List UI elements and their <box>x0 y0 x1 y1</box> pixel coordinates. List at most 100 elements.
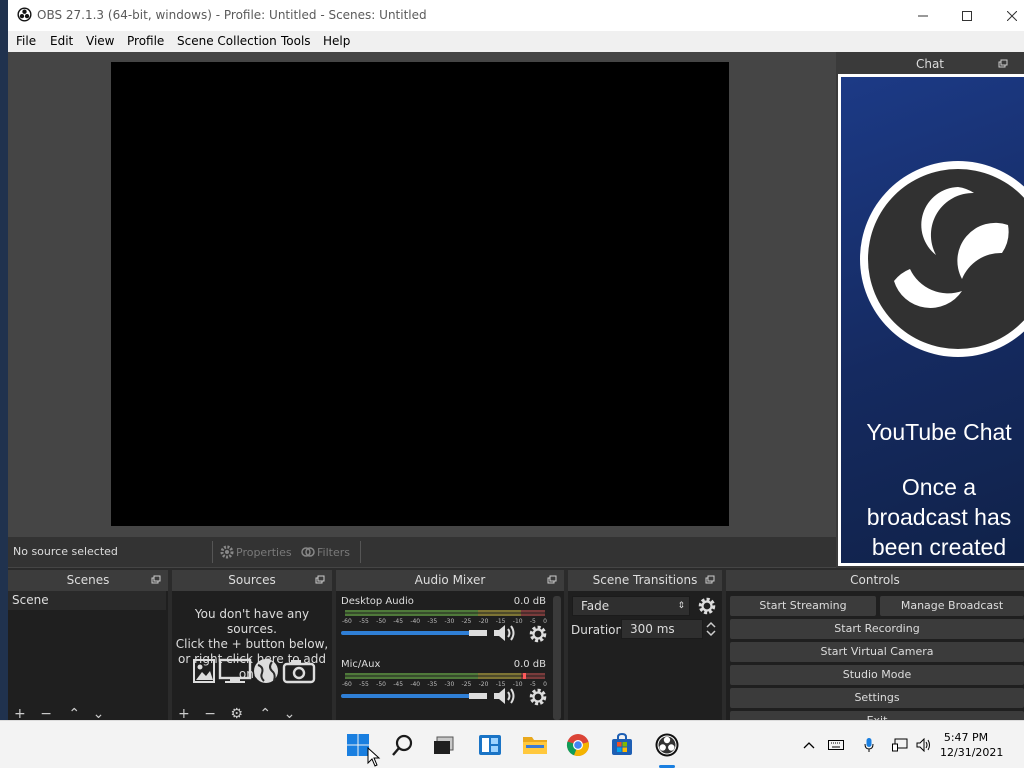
obs-logo-icon <box>17 7 32 22</box>
move-down-icon[interactable]: ⌄ <box>284 706 296 720</box>
task-view-icon <box>434 736 454 754</box>
scene-transitions-body: Fade ⇕ Duration 300 ms <box>568 591 722 720</box>
chat-message-line: broadcast has <box>866 504 1012 530</box>
maximize-button[interactable] <box>945 0 989 31</box>
menu-scene-collection[interactable]: Scene Collection <box>177 34 277 48</box>
menu-edit[interactable]: Edit <box>50 34 73 48</box>
file-explorer-button[interactable] <box>519 729 551 761</box>
windows-taskbar: 5:47 PM 12/31/2021 <box>0 720 1024 768</box>
scale-tick: -35 <box>427 681 438 688</box>
move-down-icon[interactable]: ⌄ <box>93 706 105 720</box>
close-icon <box>1007 10 1017 21</box>
minimize-button[interactable] <box>901 0 945 31</box>
menu-view[interactable]: View <box>86 34 114 48</box>
speaker-icon[interactable] <box>492 687 518 705</box>
empty-line: You don't have any sources. <box>194 607 310 636</box>
mixer-scrollbar[interactable] <box>553 596 561 720</box>
folder-icon <box>523 737 547 754</box>
filters-button[interactable]: Filters <box>301 541 350 563</box>
controls-title: Controls <box>726 570 1024 591</box>
start-streaming-button[interactable]: Start Streaming <box>730 596 876 616</box>
speaker-icon[interactable] <box>492 624 518 642</box>
float-dock-icon[interactable] <box>998 59 1008 69</box>
youtube-chat-panel: YouTube Chat Once a broadcast has been c… <box>841 77 1024 563</box>
menu-file[interactable]: File <box>16 34 36 48</box>
scale-tick: -30 <box>444 681 455 688</box>
store-button[interactable] <box>606 729 638 761</box>
chrome-button[interactable] <box>562 729 594 761</box>
mouse-cursor-icon <box>367 747 381 767</box>
microphone-icon <box>864 738 874 752</box>
settings-button[interactable]: Settings <box>730 688 1024 708</box>
network-tray[interactable] <box>890 735 910 755</box>
chat-browser[interactable]: YouTube Chat Once a broadcast has been c… <box>838 74 1024 566</box>
obs-window: OBS 27.1.3 (64-bit, windows) - Profile: … <box>8 0 1024 720</box>
exit-button[interactable]: Exit <box>730 711 1024 720</box>
duration-input[interactable]: 300 ms <box>621 619 703 639</box>
menu-help[interactable]: Help <box>323 34 350 48</box>
source-toolbar: No source selected Properties Filters <box>8 537 836 567</box>
gear-icon[interactable] <box>698 597 716 615</box>
gear-icon[interactable] <box>529 688 547 706</box>
float-dock-icon[interactable] <box>151 575 161 585</box>
obs-taskbar-button[interactable] <box>651 729 683 761</box>
move-up-icon[interactable]: ⌃ <box>68 706 80 720</box>
scene-item[interactable]: Scene <box>8 591 166 610</box>
show-hidden-icons-button[interactable] <box>800 735 818 755</box>
gear-icon[interactable] <box>529 625 547 643</box>
track-db: 0.0 dB <box>513 596 546 607</box>
scale-tick: -20 <box>478 618 489 625</box>
scale-tick: -50 <box>376 681 386 688</box>
remove-icon[interactable]: − <box>204 706 216 720</box>
move-up-icon[interactable]: ⌃ <box>259 706 271 720</box>
sources-list[interactable]: You don't have any sources. Click the + … <box>172 591 332 720</box>
add-icon[interactable]: + <box>178 706 190 720</box>
volume-slider[interactable] <box>341 693 487 699</box>
scale-tick: -40 <box>410 681 421 688</box>
keyboard-tray[interactable] <box>826 735 846 755</box>
float-dock-icon[interactable] <box>547 575 557 585</box>
float-dock-icon[interactable] <box>315 575 325 585</box>
track-name: Mic/Aux <box>341 659 381 670</box>
scale-tick: -45 <box>393 681 404 688</box>
gear-icon[interactable]: ⚙ <box>230 706 243 720</box>
preview-canvas[interactable] <box>111 62 729 526</box>
scale-tick: -50 <box>376 618 386 625</box>
start-recording-button[interactable]: Start Recording <box>730 619 1024 639</box>
widgets-button[interactable] <box>474 729 506 761</box>
volume-tray[interactable] <box>914 735 934 755</box>
menu-profile[interactable]: Profile <box>127 34 164 48</box>
add-icon[interactable]: + <box>14 706 26 720</box>
volume-meter <box>345 673 545 679</box>
scale-tick: -35 <box>427 618 438 625</box>
system-clock[interactable]: 5:47 PM 12/31/2021 <box>940 730 1004 760</box>
scenes-toolbar: + − ⌃ ⌄ <box>14 706 104 720</box>
scenes-title: Scenes <box>8 570 168 591</box>
scale-tick: -60 <box>342 681 352 688</box>
source-status: No source selected <box>13 545 118 558</box>
search-button[interactable] <box>387 729 419 761</box>
start-virtual-camera-button[interactable]: Start Virtual Camera <box>730 642 1024 662</box>
scenes-list[interactable]: Scene + − ⌃ ⌄ <box>8 591 168 720</box>
task-view-button[interactable] <box>428 729 460 761</box>
clock-date: 12/31/2021 <box>940 746 1004 759</box>
properties-button[interactable]: Properties <box>220 541 292 563</box>
microphone-tray[interactable] <box>860 735 878 755</box>
scale-tick: 0 <box>543 618 547 625</box>
manage-broadcast-button[interactable]: Manage Broadcast <box>880 596 1024 616</box>
close-button[interactable] <box>990 0 1024 31</box>
scene-transitions-dock: Scene Transitions Fade ⇕ Duration 300 ms <box>568 570 722 720</box>
sources-dock: Sources You don't have any sources. Clic… <box>172 570 332 720</box>
scale-tick: -60 <box>342 618 352 625</box>
scale-tick: -45 <box>393 618 404 625</box>
duration-spinner-icon[interactable] <box>704 619 718 639</box>
volume-slider[interactable] <box>341 630 487 636</box>
maximize-icon <box>962 10 972 21</box>
remove-icon[interactable]: − <box>40 706 52 720</box>
studio-mode-button[interactable]: Studio Mode <box>730 665 1024 685</box>
scale-tick: -55 <box>359 681 369 688</box>
float-dock-icon[interactable] <box>705 575 715 585</box>
updown-icon: ⇕ <box>677 601 685 611</box>
menu-tools[interactable]: Tools <box>281 34 311 48</box>
transition-select[interactable]: Fade ⇕ <box>572 596 690 616</box>
